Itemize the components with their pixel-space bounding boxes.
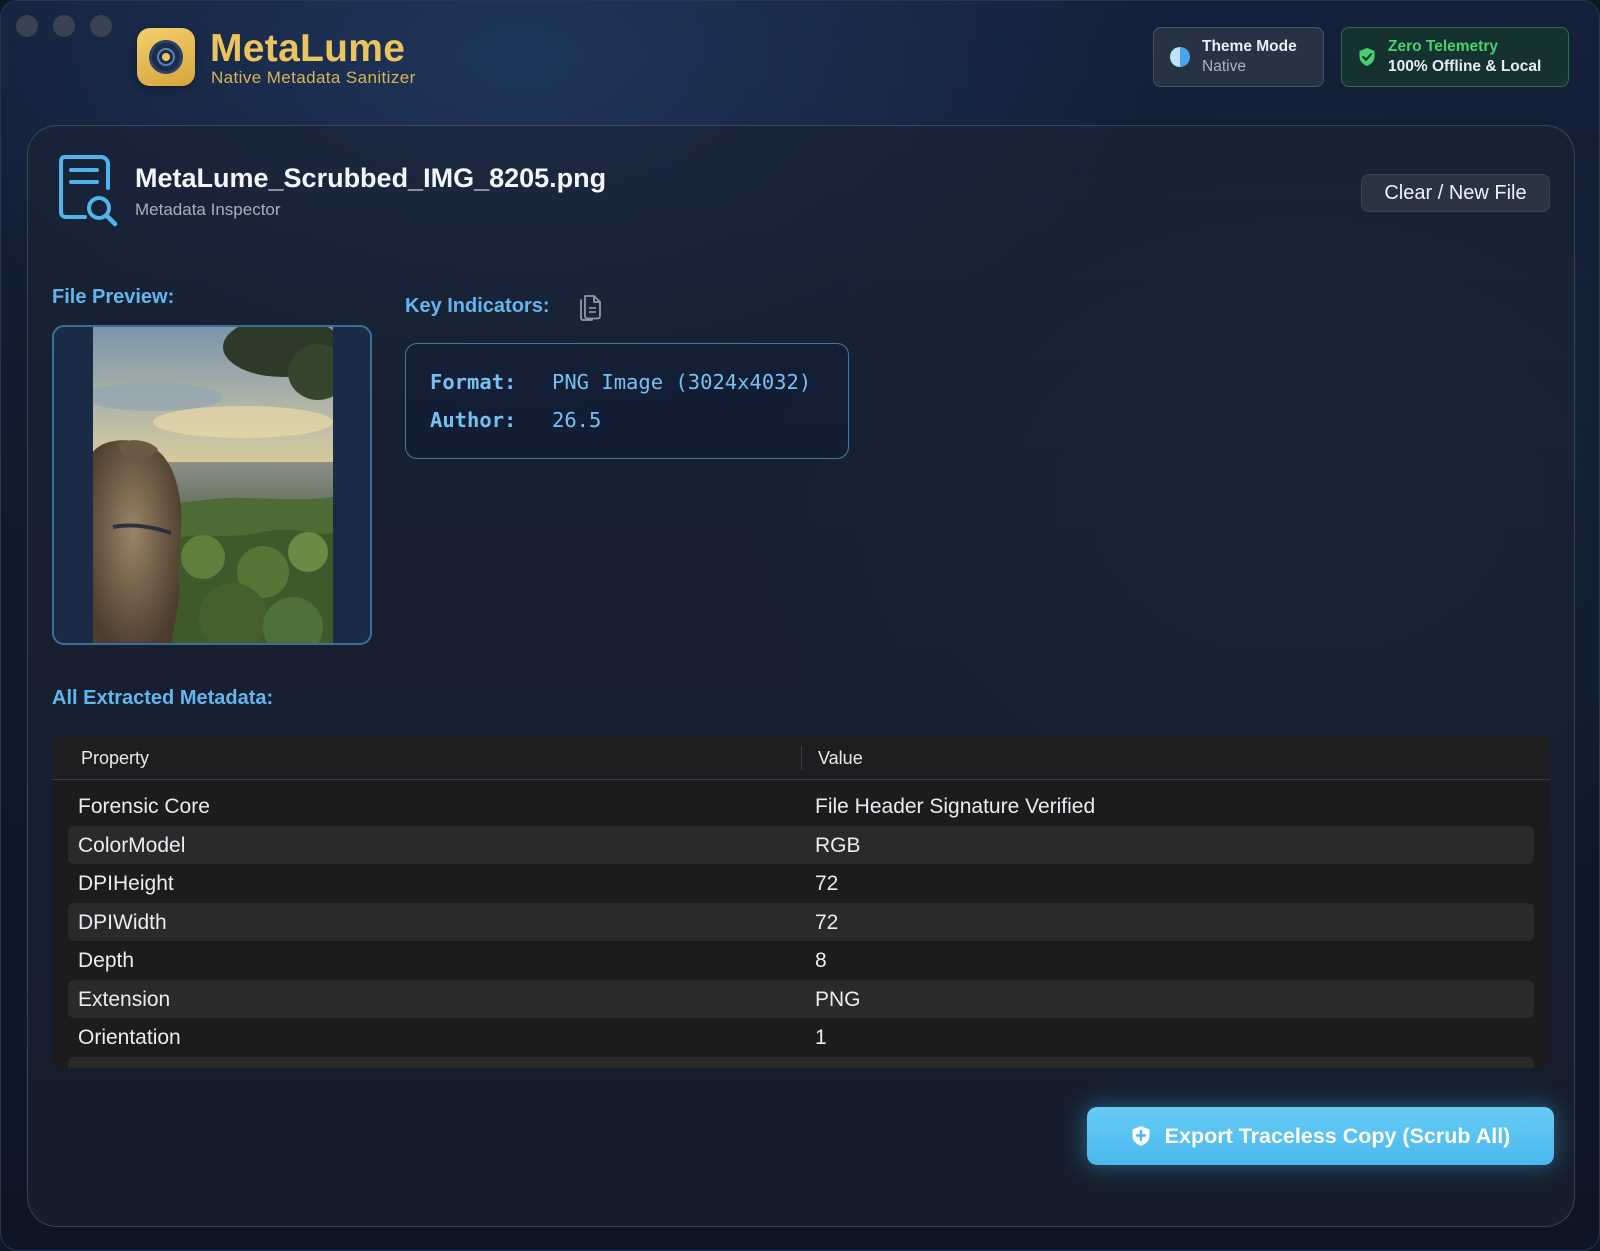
key-indicators-label: Key Indicators: xyxy=(405,295,550,317)
clear-new-file-button[interactable]: Clear / New File xyxy=(1361,174,1550,212)
theme-mode-value: Native xyxy=(1202,58,1246,75)
table-row[interactable]: Forensic Core File Header Signature Veri… xyxy=(68,787,1534,825)
table-row[interactable]: DPIHeight 72 xyxy=(68,864,1534,902)
app-title: MetaLume xyxy=(210,27,406,70)
indicator-key: Author: xyxy=(430,408,517,432)
file-preview-label: File Preview: xyxy=(52,286,175,308)
copy-icon[interactable] xyxy=(577,291,603,321)
indicator-value: PNG Image (3024x4032) xyxy=(552,370,812,394)
column-header-property[interactable]: Property xyxy=(81,748,149,769)
export-traceless-copy-button[interactable]: Export Traceless Copy (Scrub All) xyxy=(1087,1107,1554,1165)
table-row[interactable]: ColorModel RGB xyxy=(68,826,1534,864)
shield-icon xyxy=(1132,1126,1150,1146)
column-header-value[interactable]: Value xyxy=(818,748,863,769)
table-header: Property Value xyxy=(52,736,1550,780)
cell-property: Forensic Core xyxy=(78,795,210,818)
app-logo-icon xyxy=(137,28,195,86)
export-button-label: Export Traceless Copy (Scrub All) xyxy=(1164,1123,1511,1148)
cell-value: File Header Signature Verified xyxy=(815,795,1096,818)
cell-value: RGB xyxy=(815,834,861,857)
theme-mode-toggle[interactable]: Theme Mode Native xyxy=(1153,27,1324,87)
table-row[interactable]: Extension PNG xyxy=(68,980,1534,1018)
file-preview-frame xyxy=(52,325,372,645)
minimize-window-button[interactable] xyxy=(53,15,75,37)
document-search-icon xyxy=(59,155,118,227)
shield-check-icon xyxy=(1359,48,1375,66)
indicator-row-format: Format: PNG Image (3024x4032) xyxy=(430,370,811,394)
table-row[interactable]: DPIWidth 72 xyxy=(68,903,1534,941)
key-indicators-box: Format: PNG Image (3024x4032) Author: 26… xyxy=(405,343,849,459)
zoom-window-button[interactable] xyxy=(90,15,112,37)
file-name-title: MetaLume_Scrubbed_IMG_8205.png xyxy=(135,163,607,193)
indicator-row-author: Author: 26.5 xyxy=(430,408,601,432)
file-subtitle: Metadata Inspector xyxy=(135,200,281,219)
telemetry-badge: Zero Telemetry 100% Offline & Local xyxy=(1341,27,1569,87)
cell-value: 72 xyxy=(815,872,839,895)
app-window: MetaLume Native Metadata Sanitizer Theme… xyxy=(0,0,1600,1251)
cell-value: 72 xyxy=(815,911,839,934)
cell-value: PNG xyxy=(815,988,861,1011)
half-circle-icon xyxy=(1170,47,1190,67)
cell-value: 1 xyxy=(815,1026,827,1049)
indicator-value: 26.5 xyxy=(552,408,602,432)
table-row[interactable]: Depth 8 xyxy=(68,941,1534,979)
metadata-table[interactable]: Property Value Forensic Core File Header… xyxy=(52,736,1550,1068)
cell-property: Depth xyxy=(78,949,135,972)
cell-property: DPIHeight xyxy=(78,872,174,895)
all-metadata-label: All Extracted Metadata: xyxy=(52,687,274,709)
close-window-button[interactable] xyxy=(16,15,38,37)
window-controls xyxy=(16,15,112,37)
table-row[interactable]: Orientation 1 xyxy=(68,1018,1534,1056)
cell-property: DPIWidth xyxy=(78,911,167,934)
indicator-key: Format: xyxy=(430,370,517,394)
app-subtitle: Native Metadata Sanitizer xyxy=(211,68,416,87)
theme-mode-title: Theme Mode xyxy=(1202,38,1297,55)
cell-value: 8 xyxy=(815,949,827,972)
column-divider[interactable] xyxy=(801,746,802,770)
telemetry-value: 100% Offline & Local xyxy=(1388,58,1542,75)
cell-property: Orientation xyxy=(78,1026,181,1049)
file-preview-image xyxy=(93,327,333,643)
cell-property: Extension xyxy=(78,988,171,1011)
telemetry-title: Zero Telemetry xyxy=(1388,38,1498,55)
cell-property: ColorModel xyxy=(78,834,186,857)
table-row-partial[interactable] xyxy=(68,1057,1534,1068)
